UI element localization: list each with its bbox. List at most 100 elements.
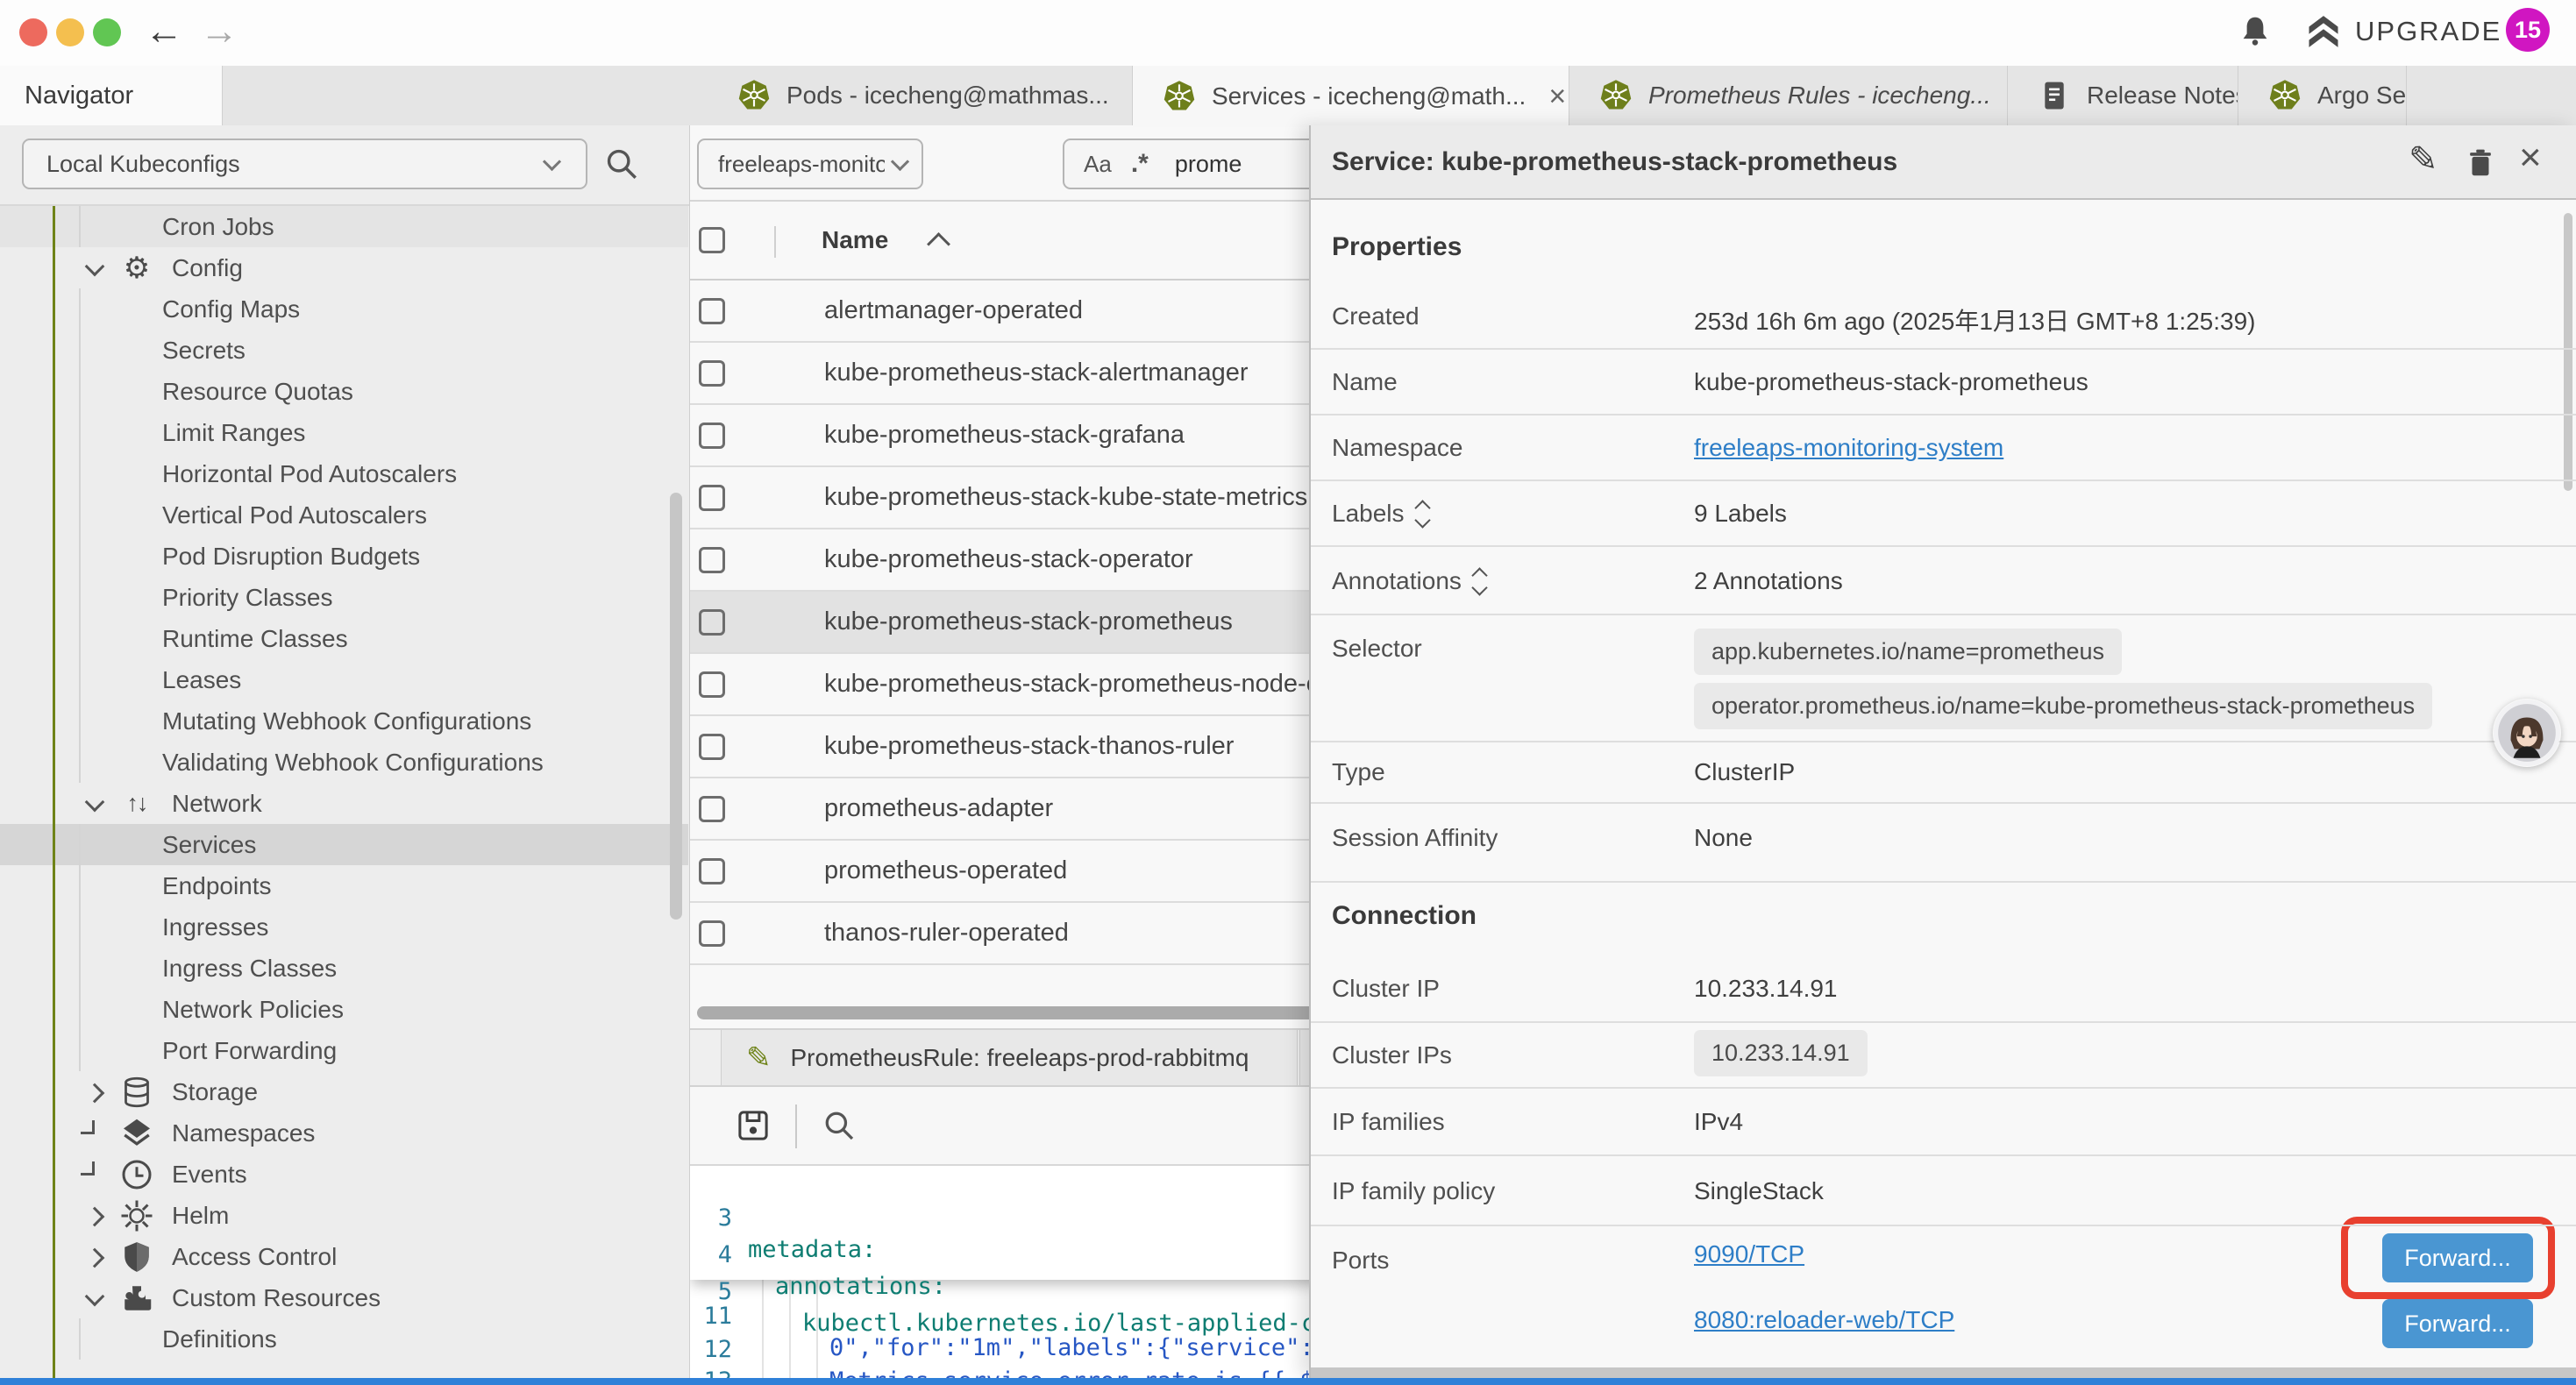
notification-count-badge[interactable]: 15	[2506, 8, 2550, 52]
sidebar-item[interactable]: Validating Webhook Configurations	[0, 742, 688, 783]
row-checkbox[interactable]	[699, 734, 725, 760]
maximize-window-button[interactable]	[93, 18, 121, 46]
sort-toggle-icon[interactable]	[1474, 570, 1485, 593]
sidebar-item[interactable]: Priority Classes	[0, 577, 688, 618]
row-checkbox[interactable]	[699, 609, 725, 636]
horizontal-scrollbar[interactable]	[697, 1006, 1334, 1019]
sort-toggle-icon[interactable]	[1417, 502, 1428, 526]
sidebar-item[interactable]: Endpoints	[0, 865, 688, 906]
edit-resource-button[interactable]: ✎	[2409, 145, 2438, 175]
sidebar-item[interactable]: Cron Jobs	[0, 206, 688, 247]
dock-tab[interactable]: ✎ PrometheusRule: freeleaps-prod-rabbitm…	[721, 1030, 1298, 1085]
port-row: 9090/TCP Forward...	[1311, 1225, 2576, 1290]
namespace-select[interactable]: freeleaps-monitoring-system	[697, 138, 923, 189]
tree-chevron-icon[interactable]	[81, 1285, 119, 1311]
annotations-label[interactable]: Annotations	[1332, 567, 1485, 595]
sidebar-item[interactable]: Definitions	[0, 1318, 688, 1360]
port-link[interactable]: 9090/TCP	[1694, 1240, 1804, 1268]
minimize-window-button[interactable]	[56, 18, 84, 46]
namespace-link[interactable]: freeleaps-monitoring-system	[1694, 434, 2003, 462]
sidebar-item[interactable]: Leases	[0, 659, 688, 700]
row-checkbox[interactable]	[699, 858, 725, 884]
tree-chevron-icon[interactable]	[81, 1203, 119, 1229]
sidebar-item[interactable]: Secrets	[0, 330, 688, 371]
sidebar-item[interactable]: Vertical Pod Autoscalers	[0, 494, 688, 536]
editor-tab[interactable]: Services - icecheng@math... ×	[1133, 66, 1569, 127]
sidebar-item[interactable]: Access Control	[0, 1236, 688, 1277]
forward-button[interactable]: Forward...	[2382, 1299, 2533, 1348]
editor-tab[interactable]: Prometheus Rules - icecheng...	[1569, 66, 2008, 125]
forward-button[interactable]: →	[200, 7, 238, 56]
sidebar-item[interactable]: ⚙ Config	[0, 247, 688, 288]
delete-resource-icon[interactable]	[2464, 146, 2497, 180]
sidebar-item[interactable]: Port Forwarding	[0, 1030, 688, 1071]
sidebar-item[interactable]: Ingress Classes	[0, 948, 688, 989]
tree-chevron-icon[interactable]	[81, 1244, 119, 1270]
panel-scrollbar[interactable]	[2564, 213, 2572, 491]
navigator-tab[interactable]: Navigator	[0, 66, 223, 125]
separator	[1311, 348, 2576, 350]
sidebar-item[interactable]: Services	[0, 824, 688, 865]
assistant-avatar[interactable]	[2493, 699, 2561, 767]
tree-chevron-icon[interactable]	[81, 1120, 119, 1147]
sidebar-item[interactable]: Resource Quotas	[0, 371, 688, 412]
row-checkbox[interactable]	[699, 298, 725, 324]
regex-icon[interactable]: .*	[1131, 149, 1149, 179]
sidebar-item[interactable]: Storage	[0, 1071, 688, 1112]
upgrade-label[interactable]: UPGRADE	[2355, 16, 2501, 47]
editor-tab[interactable]: Pods - icecheng@mathmas...	[708, 66, 1133, 125]
select-all-checkbox[interactable]	[699, 227, 725, 253]
sidebar-item[interactable]: Custom Resources	[0, 1277, 688, 1318]
search-icon[interactable]	[822, 1108, 857, 1143]
sidebar-item[interactable]: Events	[0, 1154, 688, 1195]
row-checkbox[interactable]	[699, 423, 725, 449]
selector-chip: operator.prometheus.io/name=kube-prometh…	[1694, 683, 2432, 729]
name-column-header[interactable]: Name	[822, 226, 888, 254]
editor-tab[interactable]: Argo Se	[2238, 66, 2407, 125]
tree-chevron-icon[interactable]	[81, 255, 119, 281]
search-icon[interactable]	[603, 146, 640, 182]
upgrade-icon[interactable]	[2304, 12, 2343, 51]
forward-button[interactable]: Forward...	[2382, 1233, 2533, 1282]
back-button[interactable]: ←	[145, 7, 183, 56]
close-tab-icon[interactable]: ×	[1548, 80, 1566, 114]
port-link[interactable]: 8080:reloader-web/TCP	[1694, 1306, 1954, 1334]
close-panel-icon[interactable]: ×	[2519, 136, 2542, 180]
notifications-bell-icon[interactable]	[2238, 12, 2273, 51]
labels-label[interactable]: Labels	[1332, 500, 1428, 528]
sidebar-item[interactable]: ↑↓ Network	[0, 783, 688, 824]
k8s-icon	[1599, 79, 1633, 112]
sidebar-item[interactable]: Namespaces	[0, 1112, 688, 1154]
sidebar-item[interactable]: Helm	[0, 1195, 688, 1236]
sidebar-item[interactable]: Pod Disruption Budgets	[0, 536, 688, 577]
tree-chevron-icon[interactable]	[81, 791, 119, 817]
tree-chevron-icon[interactable]	[81, 1161, 119, 1188]
window-focus-strip	[0, 1378, 2576, 1385]
row-checkbox[interactable]	[699, 485, 725, 511]
separator	[1311, 1087, 2576, 1089]
row-checkbox[interactable]	[699, 671, 725, 698]
row-checkbox[interactable]	[699, 920, 725, 947]
sidebar-item-label: Secrets	[162, 337, 246, 365]
close-window-button[interactable]	[19, 18, 47, 46]
save-icon[interactable]	[734, 1106, 772, 1145]
row-checkbox[interactable]	[699, 547, 725, 573]
service-detail-panel: Service: kube-prometheus-stack-prometheu…	[1309, 125, 2576, 1378]
kubeconfig-select[interactable]: Local Kubeconfigs	[22, 138, 587, 189]
sidebar-item[interactable]: Horizontal Pod Autoscalers	[0, 453, 688, 494]
match-case-icon[interactable]: Aa	[1084, 151, 1112, 178]
sidebar-scrollbar[interactable]	[670, 493, 682, 920]
database-icon	[119, 1075, 154, 1110]
editor-tab[interactable]: Release Notes	[2008, 66, 2238, 125]
sidebar-item[interactable]: Ingresses	[0, 906, 688, 948]
tree-chevron-icon[interactable]	[81, 1079, 119, 1105]
sidebar-item[interactable]: Runtime Classes	[0, 618, 688, 659]
row-checkbox[interactable]	[699, 360, 725, 387]
sort-ascending-icon[interactable]	[927, 232, 950, 256]
sidebar-item[interactable]: Config Maps	[0, 288, 688, 330]
sidebar-item[interactable]: Mutating Webhook Configurations	[0, 700, 688, 742]
sidebar-item[interactable]: Limit Ranges	[0, 412, 688, 453]
chevron-down-icon	[890, 154, 909, 174]
row-checkbox[interactable]	[699, 796, 725, 822]
sidebar-item[interactable]: Network Policies	[0, 989, 688, 1030]
